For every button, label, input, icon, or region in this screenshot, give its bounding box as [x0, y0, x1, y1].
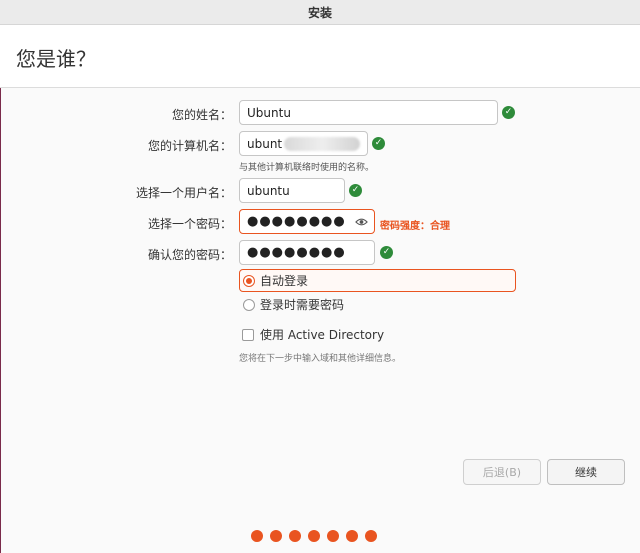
window-title: 安装 [307, 5, 332, 20]
confirm-password-input[interactable]: ●●●●●●●● [239, 240, 375, 265]
active-directory-hint: 您将在下一步中输入域和其他详细信息。 [239, 354, 402, 364]
confirm-password-label: 确认您的密码： [147, 248, 232, 262]
computer-name-valid-check-icon: ✓ [372, 137, 385, 150]
name-input[interactable]: Ubuntu [239, 100, 498, 125]
progress-dot [327, 530, 339, 542]
progress-dot [289, 530, 301, 542]
name-valid-check-icon: ✓ [502, 106, 515, 119]
require-password-label: 登录时需要密码 [260, 298, 345, 312]
username-label: 选择一个用户名： [135, 186, 232, 200]
auto-login-option[interactable]: 自动登录 [239, 269, 516, 292]
name-input-value: Ubuntu [247, 105, 291, 120]
password-input-value: ●●●●●●●● [247, 214, 346, 229]
computer-name-input[interactable]: ubunt [239, 131, 368, 156]
name-label: 您的姓名： [171, 108, 232, 122]
auto-login-label: 自动登录 [260, 274, 309, 288]
confirm-password-valid-check-icon: ✓ [380, 246, 393, 259]
computer-name-hint: 与其他计算机联络时使用的名称。 [239, 163, 375, 173]
auto-login-radio[interactable] [243, 274, 255, 287]
computer-name-label: 您的计算机名： [147, 139, 232, 153]
page-header: 您是谁？ [0, 25, 640, 88]
window-titlebar: 安装 [0, 0, 640, 25]
password-input[interactable]: ●●●●●●●● [239, 209, 375, 234]
step-progress-dots [251, 530, 384, 542]
active-directory-option[interactable]: 使用 Active Directory [239, 323, 384, 346]
back-button[interactable]: 后退(B) [463, 459, 541, 485]
username-input-value: ubuntu [247, 183, 290, 198]
password-label: 选择一个密码： [147, 217, 232, 231]
installer-window: 安装 您是谁？ 您的姓名： Ubuntu ✓ 您的计算机名： ubunt ✓ 与… [0, 0, 640, 553]
progress-dot [365, 530, 377, 542]
password-strength: 密码强度：合理 [380, 221, 450, 232]
require-password-radio[interactable] [243, 298, 255, 311]
continue-button[interactable]: 继续 [547, 459, 625, 485]
active-directory-label: 使用 Active Directory [260, 328, 385, 342]
redaction-blur [284, 136, 360, 151]
progress-dot [346, 530, 358, 542]
progress-dot [270, 530, 282, 542]
page-title: 您是谁？ [16, 47, 96, 71]
show-password-eye-icon[interactable] [355, 216, 368, 228]
computer-name-input-value: ubunt [247, 136, 283, 151]
window-edge [0, 88, 1, 553]
username-input[interactable]: ubuntu [239, 178, 345, 203]
require-password-option[interactable]: 登录时需要密码 [239, 293, 344, 316]
active-directory-checkbox[interactable] [242, 328, 254, 341]
confirm-password-input-value: ●●●●●●●● [247, 245, 346, 260]
progress-dot [251, 530, 263, 542]
username-valid-check-icon: ✓ [349, 184, 362, 197]
progress-dot [308, 530, 320, 542]
